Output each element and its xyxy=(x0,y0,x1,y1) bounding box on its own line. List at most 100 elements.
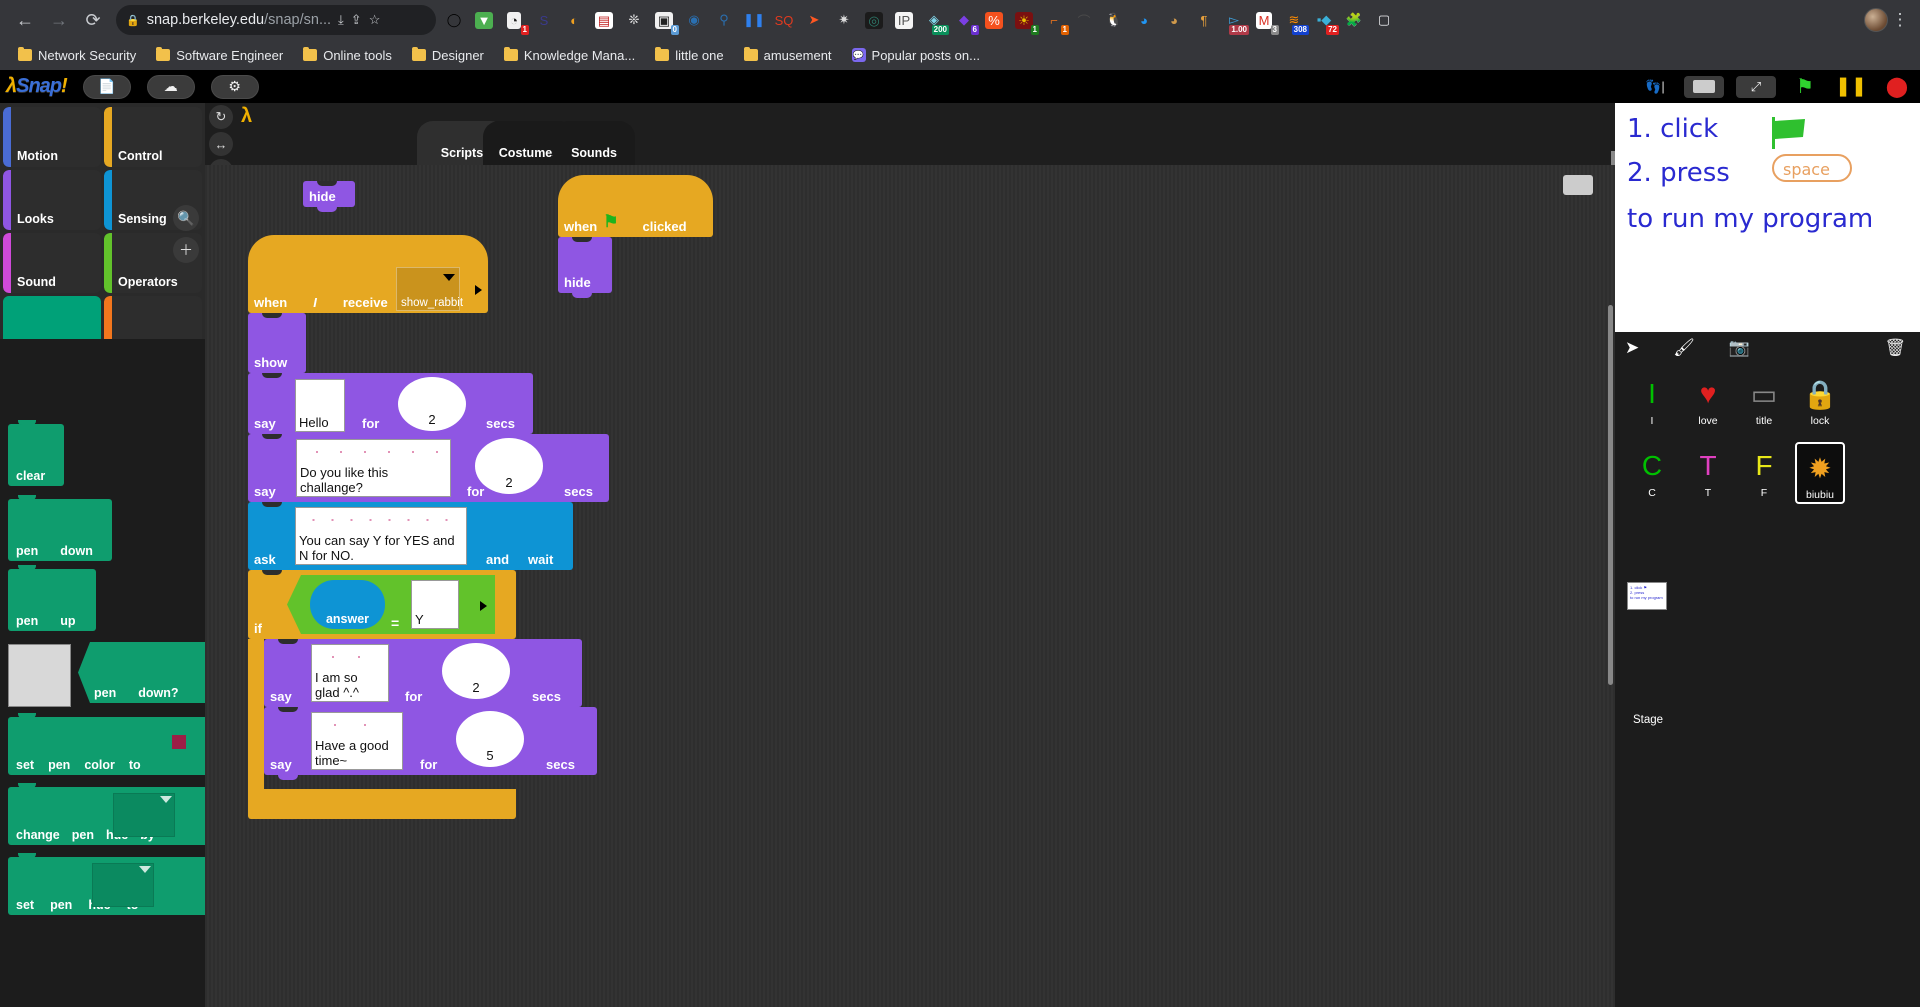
stepping-icon[interactable]: 👣| xyxy=(1638,74,1672,100)
cloud-icon[interactable]: ☁ xyxy=(146,74,195,99)
bookmark-item[interactable]: Designer xyxy=(404,45,492,66)
install-icon[interactable]: ⤓ xyxy=(338,12,344,28)
equals-predicate[interactable]: answer = Y xyxy=(287,575,495,634)
say-for-block[interactable]: say Hello for 2 secs xyxy=(248,373,533,439)
share-icon[interactable]: ⇪ xyxy=(351,12,362,28)
if-block[interactable]: if answer = Y xyxy=(248,570,516,639)
screenshot-icon[interactable]: ▣ 0 xyxy=(650,6,679,35)
funnel-filter-icon[interactable]: ▼ xyxy=(470,6,498,34)
set-pen-hue-block[interactable]: set pen hue to xyxy=(8,853,205,915)
secs-number-input[interactable]: 2 xyxy=(442,643,510,699)
right-arrow-icon[interactable] xyxy=(480,601,487,611)
gmail-icon[interactable]: M3 xyxy=(1250,6,1279,35)
stage[interactable]: 1. click 2. press space to run my progra… xyxy=(1615,103,1920,332)
sprite-I[interactable]: II xyxy=(1627,370,1677,432)
bookmark-tab-icon[interactable]: ⌐ 1 xyxy=(1040,6,1069,35)
pen-up-block[interactable]: pen up xyxy=(8,565,96,631)
bookmark-item[interactable]: amusement xyxy=(736,45,840,66)
show-block[interactable]: show xyxy=(248,313,306,378)
hide-block[interactable]: hide xyxy=(558,237,612,298)
when-i-receive-hat[interactable]: when I receive show_rabbit xyxy=(248,235,488,318)
arrow-pointer-icon[interactable]: ➤ xyxy=(1625,338,1639,358)
camera-icon[interactable]: 📷 xyxy=(1729,338,1750,358)
green-flag-icon[interactable]: ⚑ xyxy=(1788,74,1822,100)
forward-button[interactable]: → xyxy=(42,3,76,37)
sprite-C[interactable]: CC xyxy=(1627,442,1677,504)
category-looks[interactable]: Looks xyxy=(3,170,101,230)
snap-logo[interactable]: λSnap! xyxy=(6,75,68,98)
say-text-input[interactable]: Have a good time~ xyxy=(311,712,403,770)
trash-icon[interactable]: 🗑 xyxy=(1884,338,1906,358)
hat-icon[interactable]: ⌒ xyxy=(1070,6,1098,34)
detective-icon[interactable]: ⚲ xyxy=(710,6,738,34)
gem-icon[interactable]: ◈ 200 xyxy=(920,6,949,35)
star-icon[interactable]: ☆ xyxy=(369,12,381,28)
sprite-T[interactable]: TT xyxy=(1683,442,1733,504)
red-sun-icon[interactable]: ☀ 1 xyxy=(1010,6,1039,35)
bookmark-item[interactable]: Knowledge Mana... xyxy=(496,45,643,66)
when-green-flag-clicked-hat[interactable]: when ⚑ clicked xyxy=(558,175,713,242)
ask-text-input[interactable]: You can say Y for YES and N for NO. xyxy=(295,507,467,565)
ask-and-wait-block[interactable]: ask You can say Y for YES and N for NO. … xyxy=(248,502,573,575)
stage-thumbnail[interactable]: 1. click ⚑ 2. press to run my program xyxy=(1627,582,1667,610)
plus-icon[interactable]: ＋ xyxy=(173,237,199,263)
scripts-canvas[interactable]: hide when ⚑ clicked hide when I receive … xyxy=(205,165,1615,1007)
hue-input-slot[interactable] xyxy=(113,793,175,837)
bookmark-item[interactable]: 💬 Popular posts on... xyxy=(844,45,988,66)
puzzle-icon[interactable]: 🧩 xyxy=(1340,6,1368,34)
rotation-free-icon[interactable]: ↻ xyxy=(209,105,233,129)
cookie-icon[interactable]: ◕ xyxy=(1160,6,1188,34)
tab-sounds[interactable]: Sounds xyxy=(553,121,635,165)
clear-block[interactable]: clear xyxy=(8,420,64,486)
say-for-block[interactable]: say Have a good time~ for 5 secs xyxy=(264,707,597,780)
message-dropdown[interactable]: show_rabbit xyxy=(396,267,463,311)
gear-icon[interactable]: ✷ xyxy=(830,6,858,34)
sq-icon[interactable]: SQ xyxy=(770,6,798,34)
file-icon[interactable]: 📄 xyxy=(82,74,131,99)
opera-gx-icon[interactable]: ◯ xyxy=(440,6,468,34)
stop-icon[interactable]: ⬤ xyxy=(1880,74,1914,100)
yin-yang-icon[interactable]: ◐ xyxy=(560,6,588,34)
rss-icon[interactable]: ≋ 308 xyxy=(1280,6,1309,35)
back-button[interactable]: ← xyxy=(8,3,42,37)
keyboard-icon[interactable] xyxy=(1563,175,1593,195)
eye-tracker-icon[interactable]: ◉ xyxy=(680,6,708,34)
browser-menu-icon[interactable]: ⋮ xyxy=(1888,10,1912,30)
say-text-input[interactable]: Do you like this challange? xyxy=(296,439,451,497)
speed-icon[interactable]: ▻ 1.00 xyxy=(1220,6,1249,35)
pause-bars-icon[interactable]: ❚❚ xyxy=(740,6,768,34)
category-sound[interactable]: Sound xyxy=(3,233,101,293)
rotation-leftright-icon[interactable]: ↔ xyxy=(209,132,233,156)
pilcrow-icon[interactable]: ¶ xyxy=(1190,6,1218,34)
firefox-fox-icon[interactable]: ➤ xyxy=(800,6,828,34)
secs-number-input[interactable]: 2 xyxy=(475,438,543,494)
pen-down-predicate[interactable]: pen down? xyxy=(78,642,205,703)
secs-number-input[interactable]: 2 xyxy=(398,377,466,431)
presentation-icon[interactable]: ⤢ xyxy=(1736,75,1776,98)
purple-diamond-icon[interactable]: ◆ 6 xyxy=(950,6,979,35)
address-bar[interactable]: 🔒 snap.berkeley.edu/snap/sn... ⤓ ⇪ ☆ xyxy=(116,5,436,35)
scripts-scrollbar[interactable] xyxy=(1608,305,1613,685)
say-for-block[interactable]: say I am so glad ^.^ for 2 secs xyxy=(264,639,582,712)
compare-right-input[interactable]: Y xyxy=(411,580,459,629)
hide-block-loose[interactable]: hide xyxy=(303,181,355,212)
set-pen-color-block[interactable]: set pen color to xyxy=(8,713,205,775)
dark-ring-icon[interactable]: ◎ xyxy=(860,6,888,34)
profile-avatar[interactable] xyxy=(1864,8,1888,32)
pen-down-block[interactable]: pen down xyxy=(8,495,112,561)
hue-input-slot[interactable] xyxy=(92,863,154,907)
secs-number-input[interactable]: 5 xyxy=(456,711,524,767)
say-text-input[interactable]: I am so glad ^.^ xyxy=(311,644,389,702)
reload-button[interactable]: ⟳ xyxy=(76,3,110,37)
pen-color-swatch[interactable] xyxy=(172,735,186,749)
pause-icon[interactable]: ❚❚ xyxy=(1834,74,1868,100)
privacy-badger-icon[interactable]: ◔ 1 xyxy=(500,6,529,35)
small-stage-icon[interactable] xyxy=(1684,75,1724,98)
sprite-love[interactable]: ♥ love xyxy=(1683,370,1733,432)
sprite-title[interactable]: ▭ title xyxy=(1739,370,1789,432)
sprite-F[interactable]: FF xyxy=(1739,442,1789,504)
bookmark-item[interactable]: Network Security xyxy=(10,45,144,66)
mask-icon[interactable]: ◕ xyxy=(1130,6,1158,34)
right-arrow-icon[interactable] xyxy=(475,285,482,295)
penguin-icon[interactable]: 🐧 xyxy=(1100,6,1128,34)
